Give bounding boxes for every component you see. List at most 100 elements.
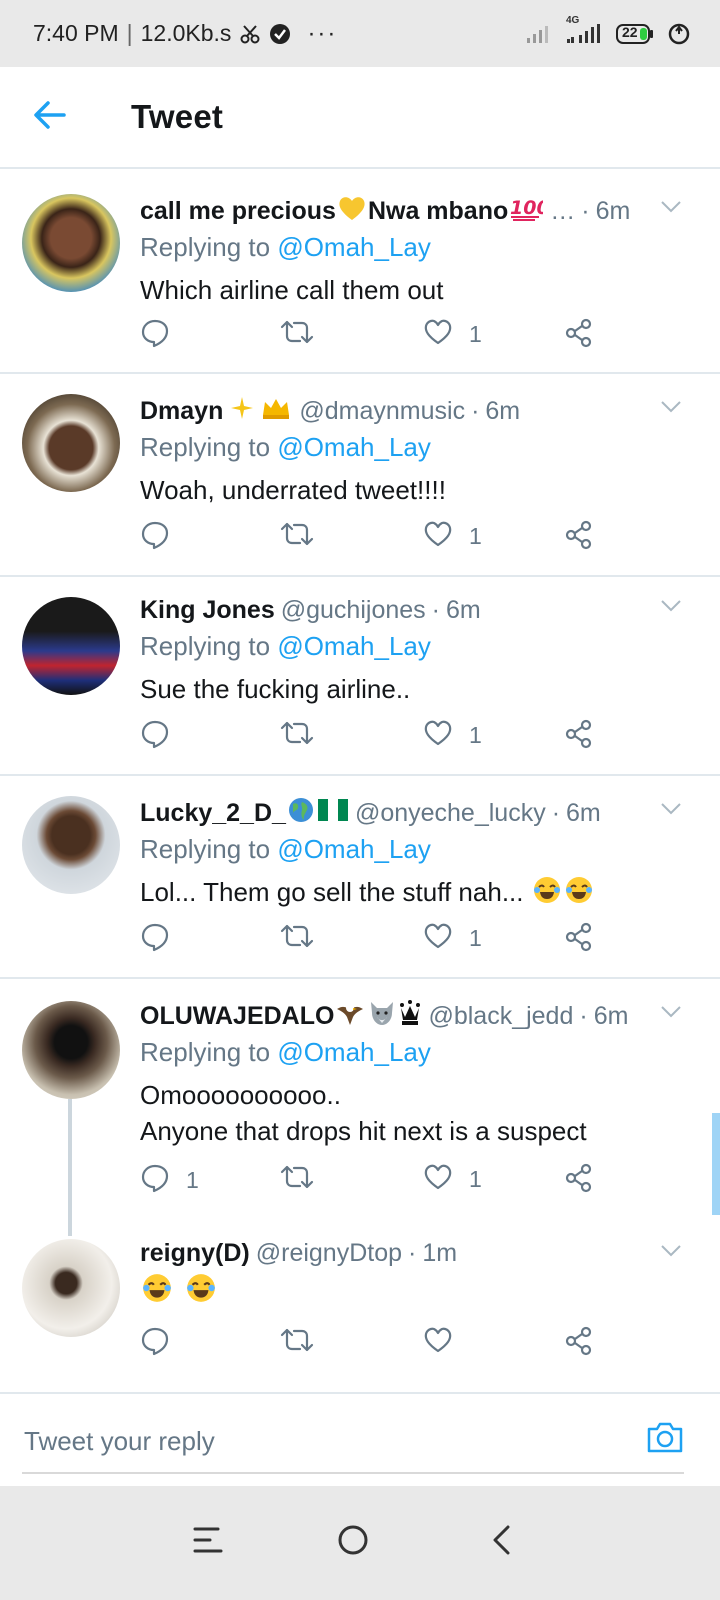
battery-icon: 22	[616, 23, 654, 44]
reply-button[interactable]	[140, 318, 186, 353]
menu-button[interactable]	[192, 1524, 224, 1561]
tweet-actions: 1	[140, 719, 620, 759]
avatar[interactable]	[22, 796, 120, 894]
share-icon	[565, 1326, 593, 1361]
retweet-button[interactable]	[280, 318, 330, 351]
tweet[interactable]: King Jones @guchijones · 6m Replying to …	[0, 577, 720, 776]
retweet-button[interactable]	[280, 1163, 330, 1196]
heart-icon	[423, 1326, 453, 1359]
chevron-down-icon[interactable]	[660, 1005, 682, 1024]
share-button[interactable]	[565, 318, 593, 353]
replying-to: Replying to @Omah_Lay	[140, 232, 720, 268]
laughing-face-icon	[532, 875, 562, 914]
status-left: 7:40 PM | 12.0Kb.s ···	[33, 20, 337, 48]
home-button[interactable]	[337, 1524, 369, 1561]
handle: …	[550, 196, 576, 225]
timestamp: 6m	[566, 798, 601, 827]
avatar[interactable]	[22, 194, 120, 292]
mention-link[interactable]: @Omah_Lay	[277, 232, 431, 262]
wolf-icon	[367, 999, 397, 1033]
tweet[interactable]: reigny(D) @reignyDtop · 1m	[0, 1236, 720, 1402]
network-type: 4G	[566, 14, 580, 26]
tweet[interactable]: call me precious Nwa mbano 100 … · 6m Re…	[0, 176, 720, 374]
timestamp: 6m	[593, 1001, 629, 1030]
reply-button[interactable]: 1	[140, 1163, 199, 1198]
tweet-text-line: Anyone that drops hit next is a suspect	[140, 1116, 587, 1146]
reply-button[interactable]	[140, 922, 186, 957]
like-button[interactable]: 1	[423, 520, 482, 553]
display-name-suffix[interactable]: Nwa mbano	[368, 197, 508, 226]
mention-link[interactable]: @Omah_Lay	[277, 631, 431, 661]
app-header: Tweet	[0, 67, 720, 169]
share-button[interactable]	[565, 1163, 593, 1198]
heart-icon	[423, 318, 453, 351]
mention-link[interactable]: @Omah_Lay	[277, 834, 431, 864]
status-bar: 7:40 PM | 12.0Kb.s ··· 4G 22	[0, 0, 720, 67]
retweet-button[interactable]	[280, 520, 330, 553]
mention-link[interactable]: @Omah_Lay	[277, 1037, 431, 1067]
arrow-left-icon	[33, 100, 67, 135]
like-button[interactable]: 1	[423, 922, 482, 955]
heart-icon	[423, 520, 453, 553]
battery-level: 22	[622, 23, 638, 40]
display-name[interactable]: reigny(D)	[140, 1239, 250, 1268]
like-button[interactable]: 1	[423, 1163, 482, 1196]
tweet[interactable]: Dmayn @dmaynmusic · 6m Replying to @Omah…	[0, 374, 720, 577]
tweet-header: King Jones @guchijones · 6m	[140, 593, 720, 627]
input-underline	[22, 1472, 684, 1474]
tweet-text: Sue the fucking airline..	[140, 674, 411, 704]
tweet-text: Omoooooooooo.. Anyone that drops hit nex…	[140, 1077, 720, 1149]
like-count: 1	[469, 722, 482, 748]
scrollbar-thumb[interactable]	[712, 1113, 720, 1215]
separator-dot: ·	[408, 1238, 417, 1267]
tweet-actions: 1 1	[140, 1163, 620, 1203]
display-name[interactable]: OLUWAJEDALO	[140, 1002, 334, 1031]
chevron-down-icon[interactable]	[660, 400, 682, 419]
like-count: 1	[469, 523, 482, 549]
share-button[interactable]	[565, 520, 593, 555]
reply-button[interactable]	[140, 520, 186, 555]
chevron-down-icon[interactable]	[660, 200, 682, 219]
share-button[interactable]	[565, 1326, 593, 1361]
share-icon	[565, 719, 593, 754]
display-name[interactable]: Dmayn	[140, 397, 223, 426]
speech-bubble-icon	[140, 318, 170, 353]
camera-button[interactable]	[646, 1420, 684, 1459]
reply-feed: call me precious Nwa mbano 100 … · 6m Re…	[0, 176, 720, 1402]
mention-link[interactable]: @Omah_Lay	[277, 432, 431, 462]
display-name[interactable]: call me precious	[140, 197, 336, 226]
chevron-down-icon[interactable]	[660, 599, 682, 618]
tweet[interactable]: Lucky_2_D_ @onyeche_lucky · 6m Replying …	[0, 776, 720, 979]
back-button[interactable]	[33, 100, 103, 135]
retweet-button[interactable]	[280, 1326, 330, 1359]
laughing-face-icon	[185, 1272, 217, 1313]
like-button[interactable]: 1	[423, 719, 482, 752]
share-button[interactable]	[565, 922, 593, 957]
back-nav-button[interactable]	[490, 1524, 514, 1561]
chevron-down-icon[interactable]	[660, 802, 682, 821]
avatar[interactable]	[22, 1001, 120, 1099]
display-name[interactable]: Lucky_2_D_	[140, 799, 286, 828]
like-button[interactable]	[423, 1326, 469, 1359]
avatar[interactable]	[22, 597, 120, 695]
nigeria-flag-icon	[317, 798, 348, 829]
chevron-down-icon[interactable]	[660, 1244, 682, 1263]
display-name[interactable]: King Jones	[140, 596, 275, 625]
reply-input[interactable]	[22, 1416, 626, 1466]
share-button[interactable]	[565, 719, 593, 754]
retweet-button[interactable]	[280, 922, 330, 955]
avatar[interactable]	[22, 1239, 120, 1337]
data-saver-icon	[668, 23, 690, 45]
like-button[interactable]: 1	[423, 318, 482, 351]
reply-button[interactable]	[140, 1326, 186, 1361]
tweet-header: call me precious Nwa mbano 100 … · 6m	[140, 194, 720, 228]
tweet-actions: 1	[140, 318, 620, 358]
tweet[interactable]: OLUWAJEDALO @black_jedd · 6m Replying to…	[0, 979, 720, 1236]
avatar[interactable]	[22, 394, 120, 492]
retweet-button[interactable]	[280, 719, 330, 752]
heart-icon	[423, 719, 453, 752]
hundred-points-icon: 100	[509, 194, 550, 228]
status-more: ···	[307, 19, 338, 47]
tweet-text: Which airline call them out	[140, 275, 444, 305]
reply-button[interactable]	[140, 719, 186, 754]
